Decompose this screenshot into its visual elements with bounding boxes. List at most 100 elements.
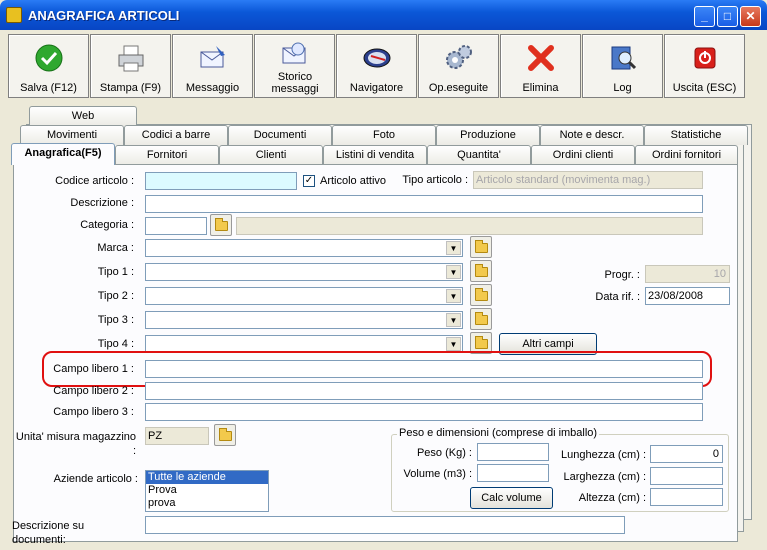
tab-quantita[interactable]: Quantita' — [427, 145, 531, 165]
message-button[interactable]: Messaggio — [172, 34, 253, 98]
data-rif-label: Data rif. : — [595, 291, 640, 303]
peso-input[interactable] — [477, 443, 549, 461]
chevron-down-icon: ▼ — [446, 313, 461, 327]
codice-label: Codice articolo : — [55, 175, 134, 187]
save-check-icon — [35, 44, 63, 72]
delete-button[interactable]: Elimina — [500, 34, 581, 98]
folder-icon — [475, 336, 488, 349]
operations-label: Op.eseguite — [428, 82, 489, 94]
aziende-item-prova-lower[interactable]: prova — [146, 497, 268, 510]
close-button[interactable]: ✕ — [740, 6, 761, 27]
desc-documenti-input[interactable] — [145, 516, 625, 534]
tab-listini-di-vendita[interactable]: Listini di vendita — [323, 145, 427, 165]
navigator-icon — [363, 48, 391, 68]
delete-label: Elimina — [522, 82, 559, 94]
message-history-button[interactable]: Storico messaggi — [254, 34, 335, 98]
calc-volume-button[interactable]: Calc volume — [470, 487, 553, 509]
chevron-down-icon: ▼ — [446, 241, 461, 255]
larghezza-input[interactable] — [650, 467, 723, 485]
descrizione-input[interactable] — [145, 195, 703, 213]
printer-icon — [118, 45, 144, 72]
delete-x-icon — [528, 45, 554, 71]
lunghezza-label: Lunghezza (cm) : — [561, 449, 646, 461]
tab-foto[interactable]: Foto — [332, 125, 436, 145]
categoria-browse-button[interactable] — [210, 214, 232, 236]
tab-movimenti[interactable]: Movimenti — [20, 125, 124, 145]
exit-button[interactable]: Uscita (ESC) — [664, 34, 745, 98]
data-rif-input[interactable]: 23/08/2008 — [645, 287, 730, 305]
chevron-down-icon: ▼ — [446, 289, 461, 303]
exit-label: Uscita (ESC) — [672, 82, 737, 94]
tab-documenti[interactable]: Documenti — [228, 125, 332, 145]
chevron-down-icon: ▼ — [446, 265, 461, 279]
marca-select[interactable]: ▼ — [145, 239, 463, 257]
folder-icon — [475, 288, 488, 301]
tipo-articolo-label: Tipo articolo : — [402, 174, 468, 186]
save-label: Salva (F12) — [20, 82, 77, 94]
campo-libero-3-input[interactable] — [145, 403, 703, 421]
message-history-icon — [282, 42, 306, 64]
tipo2-browse-button[interactable] — [470, 284, 492, 306]
tipo2-label: Tipo 2 : — [97, 290, 134, 302]
tab-ordini-fornitori[interactable]: Ordini fornitori — [635, 145, 738, 165]
tab-web[interactable]: Web — [29, 106, 137, 126]
operations-button[interactable]: Op.eseguite — [418, 34, 499, 98]
tipo2-select[interactable]: ▼ — [145, 287, 463, 305]
log-button[interactable]: Log — [582, 34, 663, 98]
tipo1-browse-button[interactable] — [470, 260, 492, 282]
tab-produzione[interactable]: Produzione — [436, 125, 540, 145]
lunghezza-input[interactable]: 0 — [650, 445, 723, 463]
save-button[interactable]: Salva (F12) — [8, 34, 89, 98]
tab-note-e-descr[interactable]: Note e descr. — [540, 125, 644, 145]
peso-group-title: Peso e dimensioni (comprese di imballo) — [397, 427, 600, 439]
attivo-checkbox[interactable]: ✓ — [303, 175, 315, 187]
campo-libero-3-label: Campo libero 3 : — [53, 406, 134, 418]
codice-input[interactable] — [145, 172, 297, 190]
campo-libero-2-input[interactable] — [145, 382, 703, 400]
altezza-input[interactable] — [650, 488, 723, 506]
tab-anagrafica[interactable]: Anagrafica(F5) — [11, 143, 115, 165]
descrizione-label: Descrizione : — [70, 197, 134, 209]
tab-clienti[interactable]: Clienti — [219, 145, 323, 165]
log-label: Log — [613, 82, 632, 94]
navigator-button[interactable]: Navigatore — [336, 34, 417, 98]
tab-codici-a-barre[interactable]: Codici a barre — [124, 125, 228, 145]
progr-label: Progr. : — [604, 269, 640, 281]
tipo1-select[interactable]: ▼ — [145, 263, 463, 281]
print-button[interactable]: Stampa (F9) — [90, 34, 171, 98]
marca-browse-button[interactable] — [470, 236, 492, 258]
peso-label: Peso (Kg) : — [416, 447, 472, 459]
volume-label: Volume (m3) : — [403, 468, 472, 480]
tipo3-select[interactable]: ▼ — [145, 311, 463, 329]
um-browse-button[interactable] — [214, 424, 236, 446]
progr-field: 10 — [645, 265, 730, 283]
desc-documenti-label: Descrizione su documenti: — [12, 520, 85, 546]
aziende-label: Aziende articolo : — [53, 473, 138, 485]
volume-input[interactable] — [477, 464, 549, 482]
folder-icon — [475, 240, 488, 253]
gears-icon — [446, 45, 472, 69]
tab-statistiche[interactable]: Statistiche — [644, 125, 748, 145]
exit-icon — [694, 47, 716, 69]
message-history-label: Storico messaggi — [271, 71, 319, 95]
tipo4-label: Tipo 4 : — [97, 338, 134, 350]
categoria-label: Categoria : — [80, 219, 134, 231]
aziende-item-tutte[interactable]: Tutte le aziende — [146, 471, 268, 484]
minimize-button[interactable]: _ — [694, 6, 715, 27]
tipo3-browse-button[interactable] — [470, 308, 492, 330]
tab-fornitori[interactable]: Fornitori — [115, 145, 219, 165]
folder-icon — [475, 312, 488, 325]
attivo-label: Articolo attivo — [320, 175, 387, 187]
chevron-down-icon: ▼ — [446, 337, 461, 351]
title-bar: ANAGRAFICA ARTICOLI _ □ ✕ — [0, 0, 767, 30]
app-icon — [6, 7, 22, 23]
categoria-input[interactable] — [145, 217, 207, 235]
campo-libero-2-label: Campo libero 2 : — [53, 385, 134, 397]
tipo3-label: Tipo 3 : — [97, 314, 134, 326]
tipo-articolo-field: Articolo standard (movimenta mag.) — [473, 171, 703, 189]
aziende-listbox[interactable]: Tutte le aziende Prova prova — [145, 470, 269, 512]
navigator-label: Navigatore — [349, 82, 404, 94]
tab-ordini-clienti[interactable]: Ordini clienti — [531, 145, 635, 165]
maximize-button[interactable]: □ — [717, 6, 738, 27]
aziende-item-prova[interactable]: Prova — [146, 484, 268, 497]
